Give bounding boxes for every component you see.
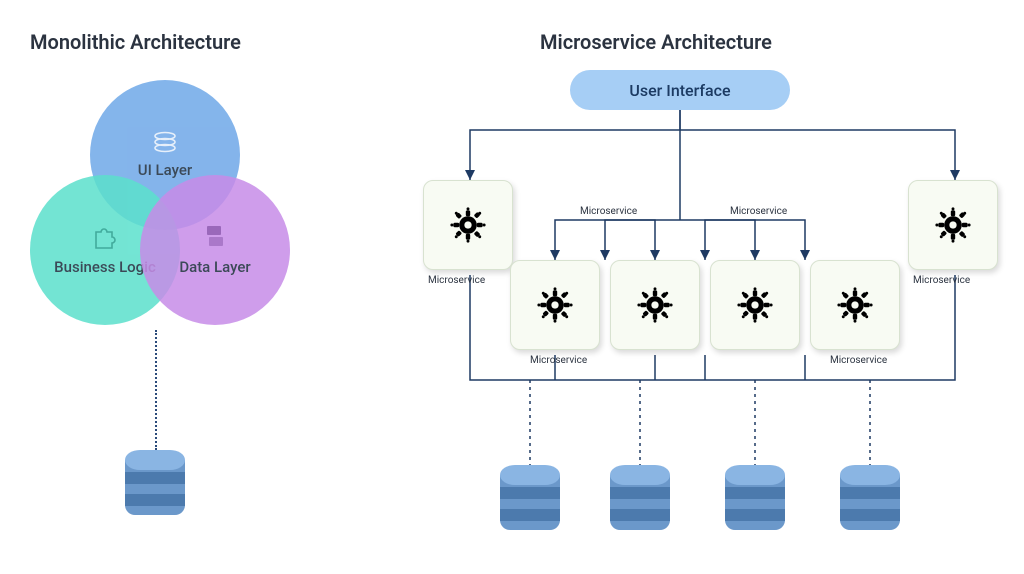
- ui-layer-label: UI Layer: [138, 161, 192, 179]
- microservice-label: Microservice: [830, 355, 887, 366]
- microservice-database-icon: [725, 465, 785, 535]
- user-interface-label: User Interface: [629, 81, 730, 100]
- microservice-database-icon: [610, 465, 670, 535]
- mono-db-connector: [155, 330, 157, 450]
- gear-icon: [633, 283, 677, 327]
- microservice-box-6: [810, 260, 900, 350]
- gear-icon: [533, 283, 577, 327]
- mono-database-icon: [125, 450, 185, 520]
- data-layer-circle: Data Layer: [140, 175, 290, 325]
- microservice-box-2: [908, 180, 998, 270]
- microservice-title: Microservice Architecture: [540, 30, 772, 54]
- microservice-box-1: [423, 180, 513, 270]
- monolithic-title: Monolithic Architecture: [30, 30, 241, 54]
- microservice-label: Microservice: [530, 355, 587, 366]
- microservice-box-3: [510, 260, 600, 350]
- microservice-database-icon: [500, 465, 560, 535]
- microservice-box-5: [710, 260, 800, 350]
- gear-icon: [733, 283, 777, 327]
- microservice-label: Microservice: [913, 275, 970, 286]
- microservice-label: Microservice: [428, 275, 485, 286]
- microservice-box-4: [610, 260, 700, 350]
- gear-icon: [931, 203, 975, 247]
- layers-icon: [152, 131, 178, 159]
- microservice-label: Microservice: [580, 206, 637, 217]
- microservice-database-icon: [840, 465, 900, 535]
- gear-icon: [833, 283, 877, 327]
- user-interface-box: User Interface: [570, 70, 790, 110]
- gear-icon: [446, 203, 490, 247]
- puzzle-icon: [92, 224, 118, 256]
- monolithic-venn: UI Layer Business Logic Data Layer: [30, 80, 290, 340]
- microservice-label: Microservice: [730, 206, 787, 217]
- server-icon: [204, 224, 226, 256]
- data-layer-label: Data Layer: [179, 258, 250, 276]
